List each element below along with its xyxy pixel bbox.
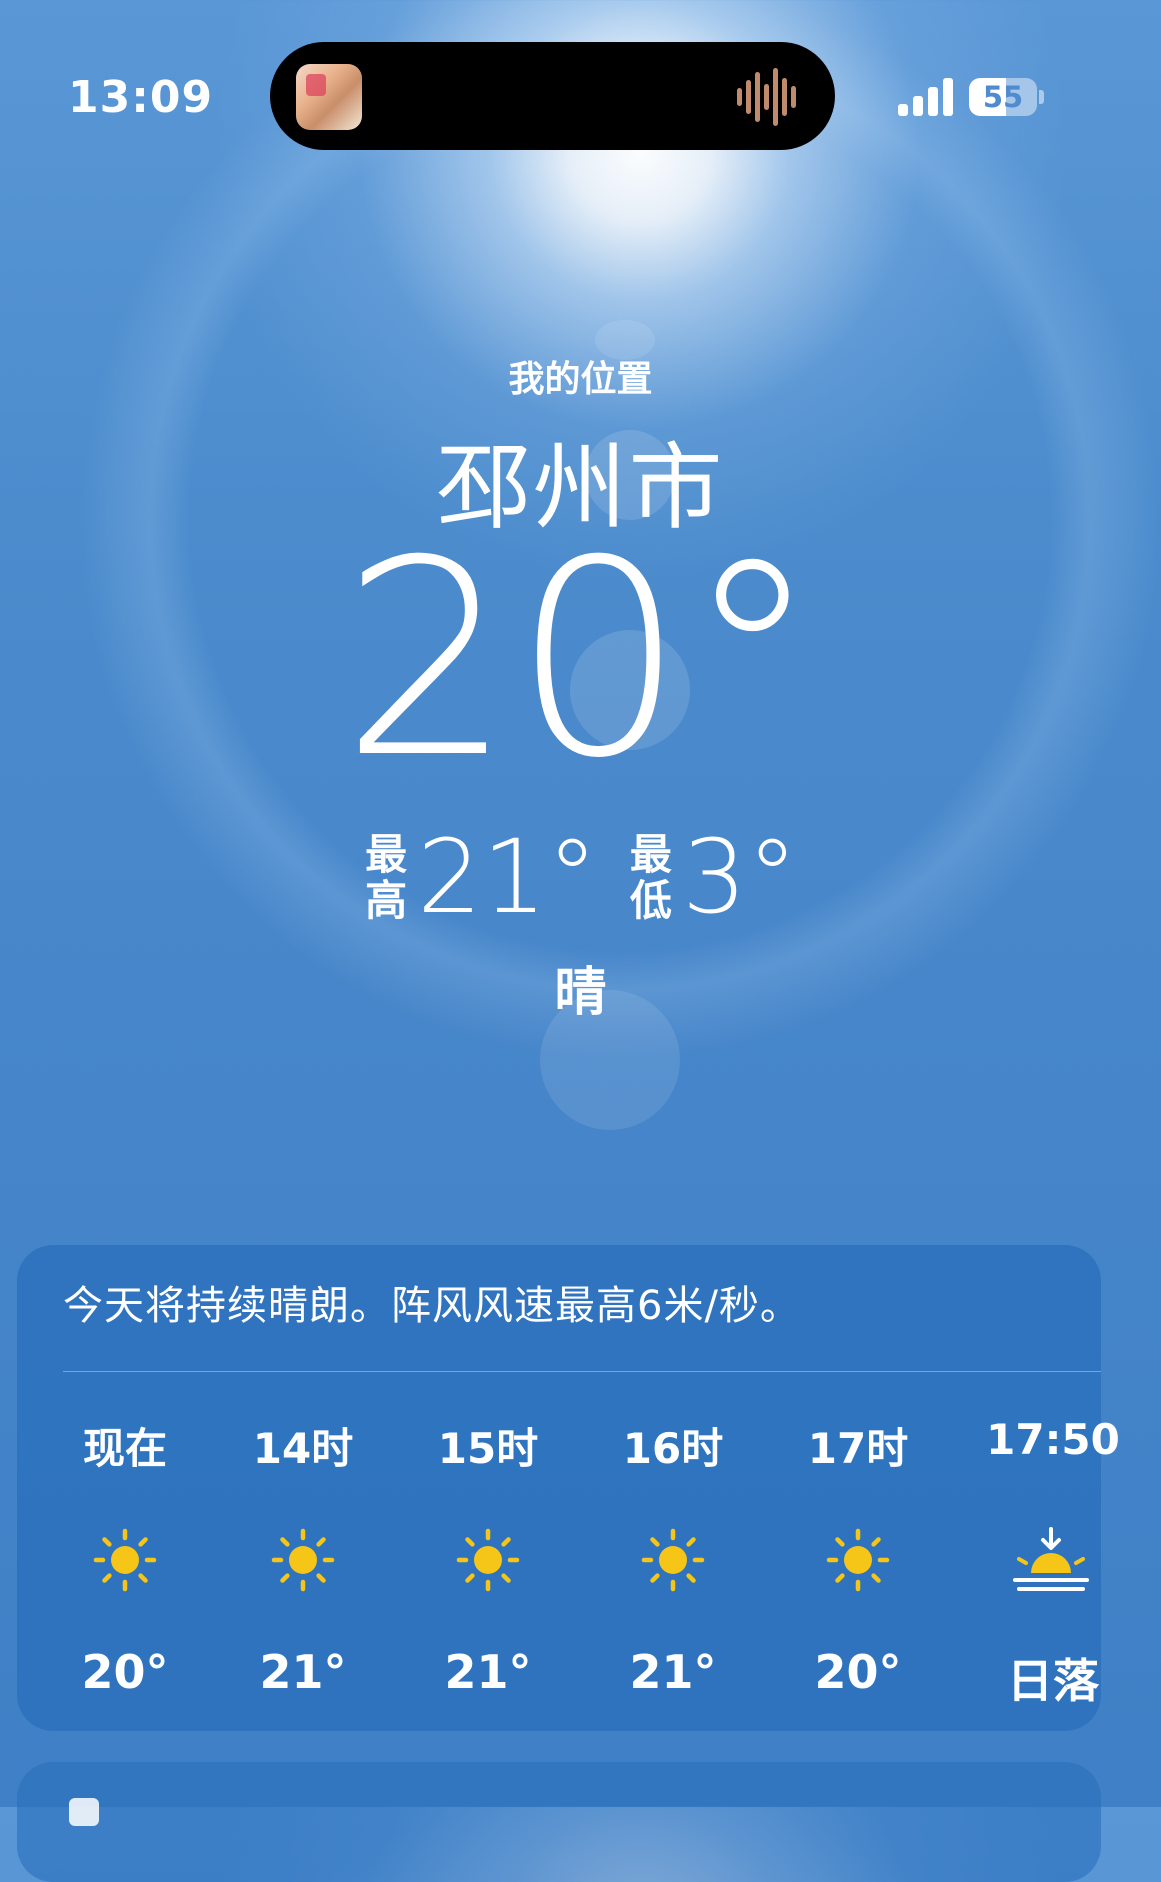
hour-temperature: 21° (444, 1645, 532, 1699)
dynamic-island[interactable] (270, 42, 835, 150)
sun-icon (268, 1525, 338, 1595)
hour-label: 14时 (252, 1424, 354, 1473)
low-label: 最低 (629, 829, 672, 925)
daily-forecast-card[interactable] (17, 1762, 1101, 1882)
sun-icon (453, 1525, 523, 1595)
audio-waveform-icon (737, 68, 796, 126)
hour-temperature: 21° (629, 1645, 717, 1699)
battery-cap (1039, 90, 1044, 104)
sun-icon (90, 1525, 160, 1595)
hour-temperature: 20° (814, 1645, 902, 1699)
battery-body: 55 (969, 78, 1037, 116)
sunset-icon (1013, 1525, 1089, 1595)
hour-label: 17时 (807, 1424, 909, 1473)
weather-condition: 晴 (554, 963, 607, 1023)
hour-temperature: 20° (81, 1645, 169, 1699)
forecast-summary: 今天将持续晴朗。阵风风速最高6米/秒。 (63, 1283, 801, 1329)
sun-icon (823, 1525, 893, 1595)
hour-temperature: 21° (259, 1645, 347, 1699)
now-playing-artwork[interactable] (296, 64, 362, 130)
cellular-signal-icon (898, 78, 953, 116)
high-low-row: 最高 21° 最低 3° (0, 818, 1161, 937)
low-value: 3° (681, 818, 798, 937)
status-time: 13:09 (68, 72, 214, 123)
high-temp: 最高 21° (363, 818, 598, 937)
hourly-forecast-list[interactable]: 现在 20° 14时 21° 15时 21° 16时 21° 17时 20° 17:50 日落 (17, 1375, 1119, 1725)
battery-level: 55 (982, 80, 1024, 114)
high-value: 21° (417, 818, 598, 937)
hour-label: 16时 (622, 1424, 724, 1473)
hour-label: 15时 (437, 1424, 539, 1473)
calendar-icon (69, 1798, 99, 1826)
low-temp: 最低 3° (628, 818, 798, 937)
battery-indicator: 55 (969, 78, 1045, 116)
high-label: 最高 (365, 829, 408, 925)
hour-label: 现在 (82, 1424, 167, 1473)
my-location-label: 我的位置 (508, 359, 653, 400)
sunset-label: 日落 (1007, 1654, 1099, 1708)
hour-label: 17:50 (986, 1415, 1120, 1464)
divider (63, 1371, 1101, 1372)
hourly-forecast-card[interactable]: 今天将持续晴朗。阵风风速最高6米/秒。 现在 20° 14时 21° 15时 21° 16时… (17, 1245, 1120, 1731)
current-temperature: 20° (341, 502, 820, 817)
sun-icon (638, 1525, 708, 1595)
